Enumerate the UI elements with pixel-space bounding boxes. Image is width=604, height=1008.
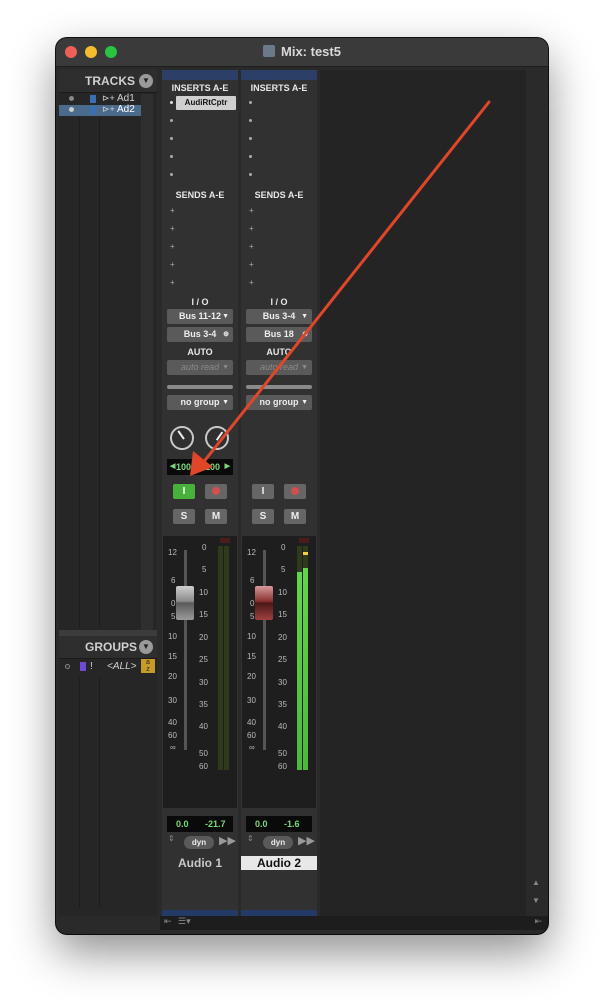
annotation-arrow — [190, 100, 491, 476]
annotation-arrow-line — [200, 100, 491, 466]
